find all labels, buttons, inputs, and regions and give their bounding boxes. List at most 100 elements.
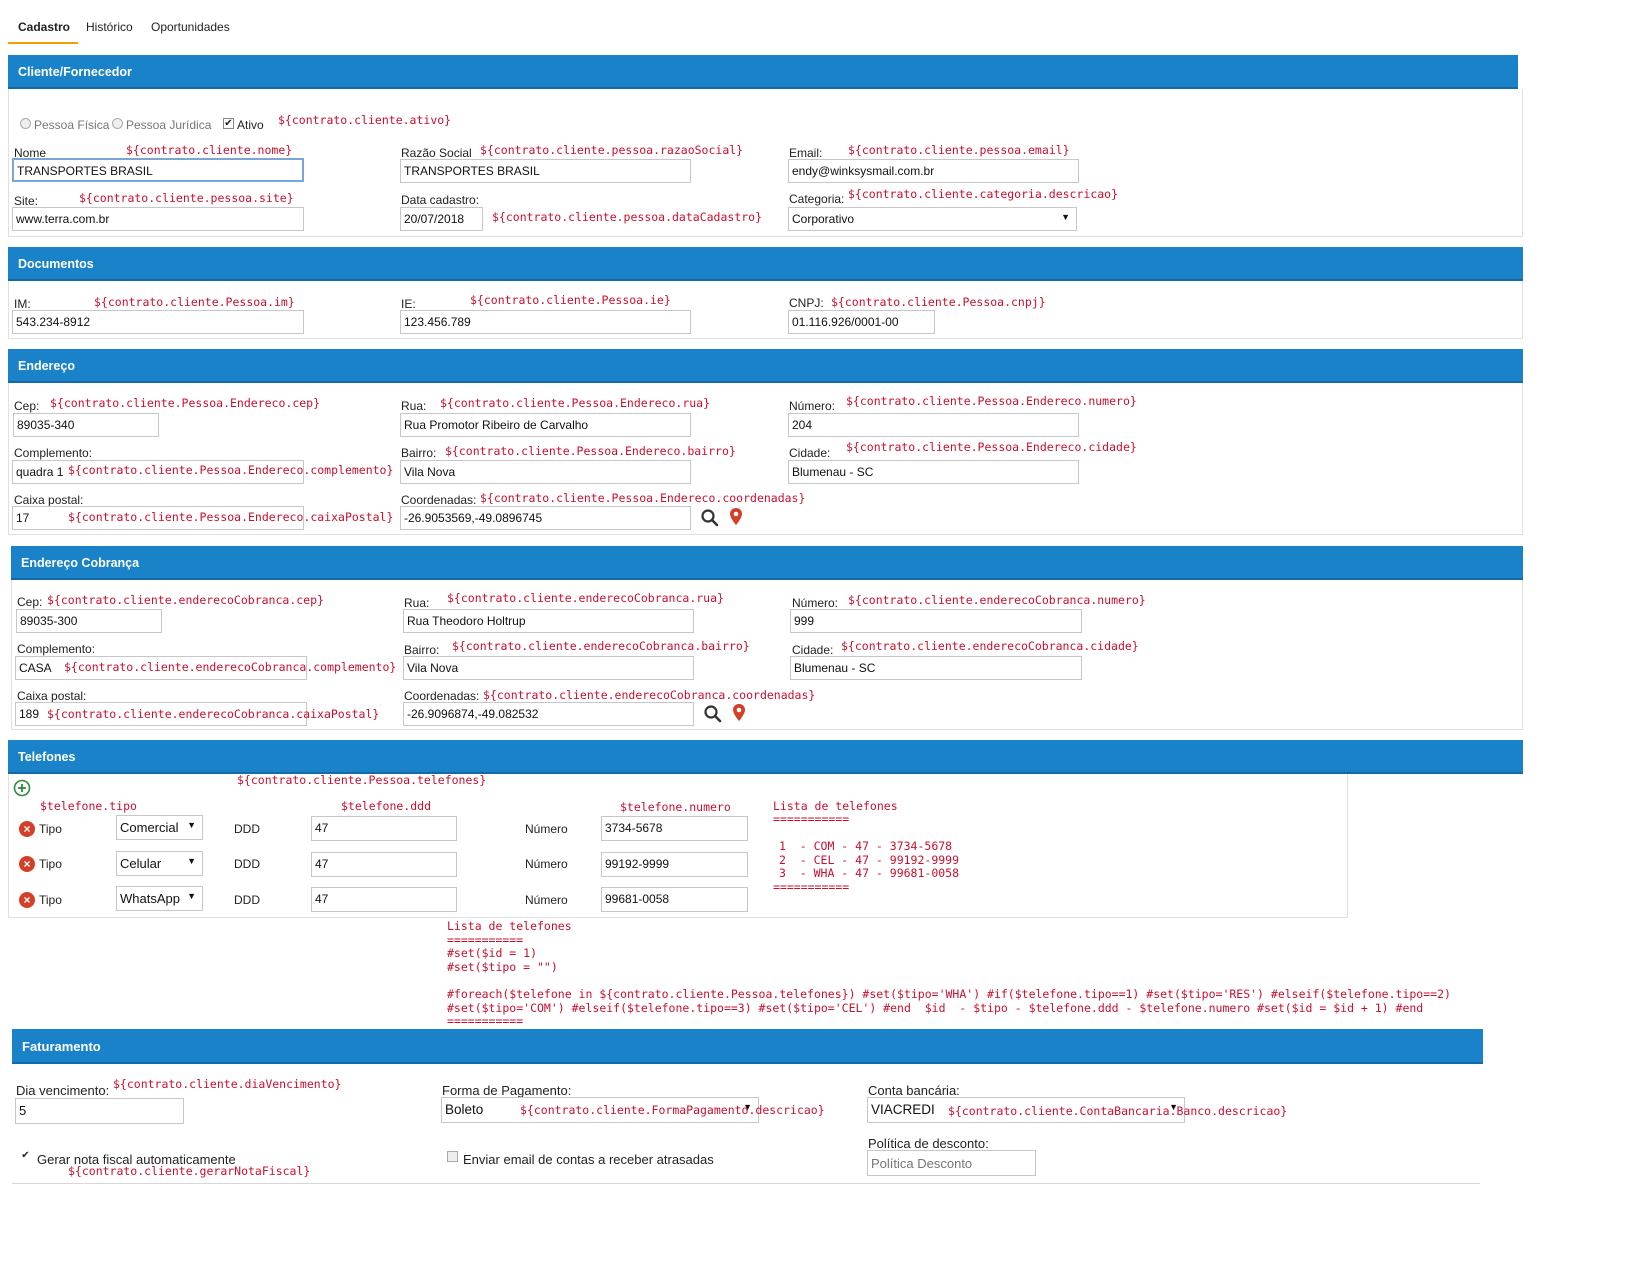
- tpl-rua: ${contrato.cliente.Pessoa.Endereco.rua}: [440, 396, 711, 410]
- faturamento-bottom-border: [12, 1183, 1480, 1184]
- label-ie: IE:: [401, 297, 416, 311]
- telefone-numero-field[interactable]: 99192-9999: [601, 852, 748, 877]
- cobranca-coordenadas-field[interactable]: -26.9096874,-49.082532: [403, 702, 694, 726]
- label-rua: Rua:: [401, 399, 427, 413]
- nome-field[interactable]: TRANSPORTES BRASIL: [12, 158, 304, 182]
- tpl-email: ${contrato.cliente.pessoa.email}: [848, 143, 1070, 157]
- checkbox-gerar-nota[interactable]: ✔: [20, 1151, 31, 1162]
- telefone-tipo-select[interactable]: WhatsApp ▼: [116, 886, 203, 911]
- site-field[interactable]: www.terra.com.br: [12, 207, 304, 231]
- tpl-telefone-numero: $telefone.numero: [620, 800, 731, 814]
- search-icon[interactable]: [703, 704, 723, 724]
- telefone-tipo-select[interactable]: Comercial ▼: [116, 815, 203, 840]
- tpl-telefone-tipo: $telefone.tipo: [40, 799, 137, 813]
- search-icon[interactable]: [700, 508, 720, 528]
- telefone-numero-field[interactable]: 99681-0058: [601, 887, 748, 912]
- telefone-tipo-value: Celular: [120, 856, 162, 871]
- tpl-cobranca-caixa-postal: ${contrato.cliente.enderecoCobranca.caix…: [47, 707, 380, 721]
- label-cobranca-complemento: Complemento:: [17, 642, 96, 656]
- cobranca-numero-field[interactable]: 999: [790, 609, 1082, 633]
- tab-bar: Cadastro Histórico Oportunidades: [8, 8, 1518, 46]
- categoria-select-value: Corporativo: [792, 212, 855, 226]
- cep-field[interactable]: 89035-340: [13, 413, 159, 437]
- email-field[interactable]: endy@winksysmail.com.br: [788, 159, 1079, 183]
- section-header-cliente: Cliente/Fornecedor: [8, 55, 1518, 89]
- tpl-categoria: ${contrato.cliente.categoria.descricao}: [848, 187, 1119, 201]
- telefone-ddd-field[interactable]: 47: [311, 816, 457, 841]
- tpl-bairro: ${contrato.cliente.Pessoa.Endereco.bairr…: [445, 444, 736, 458]
- label-razao: Razão Social: [401, 146, 472, 160]
- map-pin-icon[interactable]: [728, 507, 744, 527]
- cobranca-cep-field[interactable]: 89035-300: [16, 609, 162, 633]
- telefone-ddd-field[interactable]: 47: [311, 887, 457, 912]
- ie-field[interactable]: 123.456.789: [400, 310, 691, 334]
- radio-pessoa-fisica[interactable]: [20, 118, 31, 129]
- chevron-down-icon: ▼: [187, 856, 196, 866]
- section-header-cobranca: Endereço Cobrança: [11, 546, 1523, 580]
- coordenadas-field[interactable]: -26.9053569,-49.0896745: [400, 506, 691, 530]
- tpl-ativo: ${contrato.cliente.ativo}: [278, 113, 452, 127]
- tpl-ie: ${contrato.cliente.Pessoa.ie}: [470, 293, 671, 307]
- politica-desconto-field[interactable]: [867, 1150, 1036, 1176]
- tpl-gerar-nota: ${contrato.cliente.gerarNotaFiscal}: [68, 1164, 311, 1178]
- checkbox-ativo[interactable]: ✔: [223, 118, 234, 129]
- label-numero: Número:: [789, 399, 836, 413]
- telefone-tipo-select[interactable]: Celular ▼: [116, 851, 203, 876]
- telefone-tipo-value: WhatsApp: [120, 891, 180, 906]
- label-cobranca-bairro: Bairro:: [404, 643, 440, 657]
- forma-pagamento-value: Boleto: [445, 1102, 484, 1117]
- tpl-cobranca-complemento: ${contrato.cliente.enderecoCobranca.comp…: [64, 660, 397, 674]
- checkbox-enviar-email[interactable]: [447, 1151, 458, 1162]
- tpl-dia-vencimento: ${contrato.cliente.diaVencimento}: [113, 1077, 342, 1091]
- radio-pessoa-juridica[interactable]: [112, 118, 123, 129]
- numero-field[interactable]: 204: [788, 413, 1079, 437]
- label-tipo: Tipo: [39, 857, 62, 871]
- label-politica-desconto: Política de desconto:: [868, 1136, 989, 1151]
- add-telefone-icon[interactable]: [13, 779, 31, 797]
- section-header-endereco: Endereço: [8, 349, 1523, 383]
- telefone-tipo-value: Comercial: [120, 820, 179, 835]
- telefone-numero-field[interactable]: 3734-5678: [601, 816, 748, 841]
- label-cobranca-cidade: Cidade:: [792, 643, 834, 657]
- bairro-field[interactable]: Vila Nova: [400, 460, 691, 484]
- categoria-select[interactable]: Corporativo ▼: [788, 207, 1077, 231]
- rua-field[interactable]: Rua Promotor Ribeiro de Carvalho: [400, 413, 691, 437]
- cnpj-field[interactable]: 01.116.926/0001-00: [788, 310, 935, 334]
- dia-vencimento-field[interactable]: 5: [15, 1098, 184, 1124]
- cobranca-bairro-field[interactable]: Vila Nova: [403, 656, 694, 680]
- data-cadastro-field[interactable]: 20/07/2018: [400, 207, 483, 231]
- remove-telefone-icon[interactable]: ×: [19, 856, 35, 872]
- section-header-documentos: Documentos: [8, 247, 1523, 281]
- label-numero-telefone: Número: [525, 893, 568, 907]
- section-header-faturamento: Faturamento: [12, 1029, 1483, 1064]
- remove-telefone-icon[interactable]: ×: [19, 892, 35, 908]
- im-field[interactable]: 543.234-8912: [12, 310, 304, 334]
- cobranca-rua-field[interactable]: Rua Theodoro Holtrup: [403, 609, 694, 633]
- tpl-coordenadas: ${contrato.cliente.Pessoa.Endereco.coord…: [480, 491, 806, 505]
- tab-historico[interactable]: Histórico: [86, 20, 133, 34]
- label-cobranca-cep: Cep:: [17, 595, 43, 609]
- label-cobranca-coordenadas: Coordenadas:: [404, 689, 480, 703]
- chevron-down-icon: ▼: [187, 820, 196, 830]
- template-block-line: #set($tipo='COM') #elseif($telefone.tipo…: [447, 1001, 1424, 1015]
- tpl-cobranca-cidade: ${contrato.cliente.enderecoCobranca.cida…: [841, 639, 1139, 653]
- label-numero-telefone: Número: [525, 822, 568, 836]
- razao-social-field[interactable]: TRANSPORTES BRASIL: [400, 159, 691, 183]
- lista-telefones-sep: ===========: [773, 880, 850, 894]
- cidade-field[interactable]: Blumenau - SC: [788, 460, 1079, 484]
- tpl-complemento: ${contrato.cliente.Pessoa.Endereco.compl…: [68, 463, 394, 477]
- tpl-razao: ${contrato.cliente.pessoa.razaoSocial}: [480, 143, 744, 157]
- label-data-cadastro: Data cadastro:: [401, 193, 480, 207]
- tpl-telefone-ddd: $telefone.ddd: [341, 799, 432, 813]
- tab-cadastro[interactable]: Cadastro: [18, 20, 70, 34]
- map-pin-icon[interactable]: [731, 703, 747, 723]
- tpl-cobranca-bairro: ${contrato.cliente.enderecoCobranca.bair…: [452, 639, 750, 653]
- cobranca-cidade-field[interactable]: Blumenau - SC: [790, 656, 1082, 680]
- section-header-telefones: Telefones: [8, 740, 1523, 774]
- tab-oportunidades[interactable]: Oportunidades: [151, 20, 230, 34]
- telefone-ddd-field[interactable]: 47: [311, 852, 457, 877]
- label-email: Email:: [789, 146, 823, 160]
- label-cnpj: CNPJ:: [789, 296, 824, 310]
- remove-telefone-icon[interactable]: ×: [19, 821, 35, 837]
- template-block-line: #foreach($telefone in ${contrato.cliente…: [447, 987, 1451, 1001]
